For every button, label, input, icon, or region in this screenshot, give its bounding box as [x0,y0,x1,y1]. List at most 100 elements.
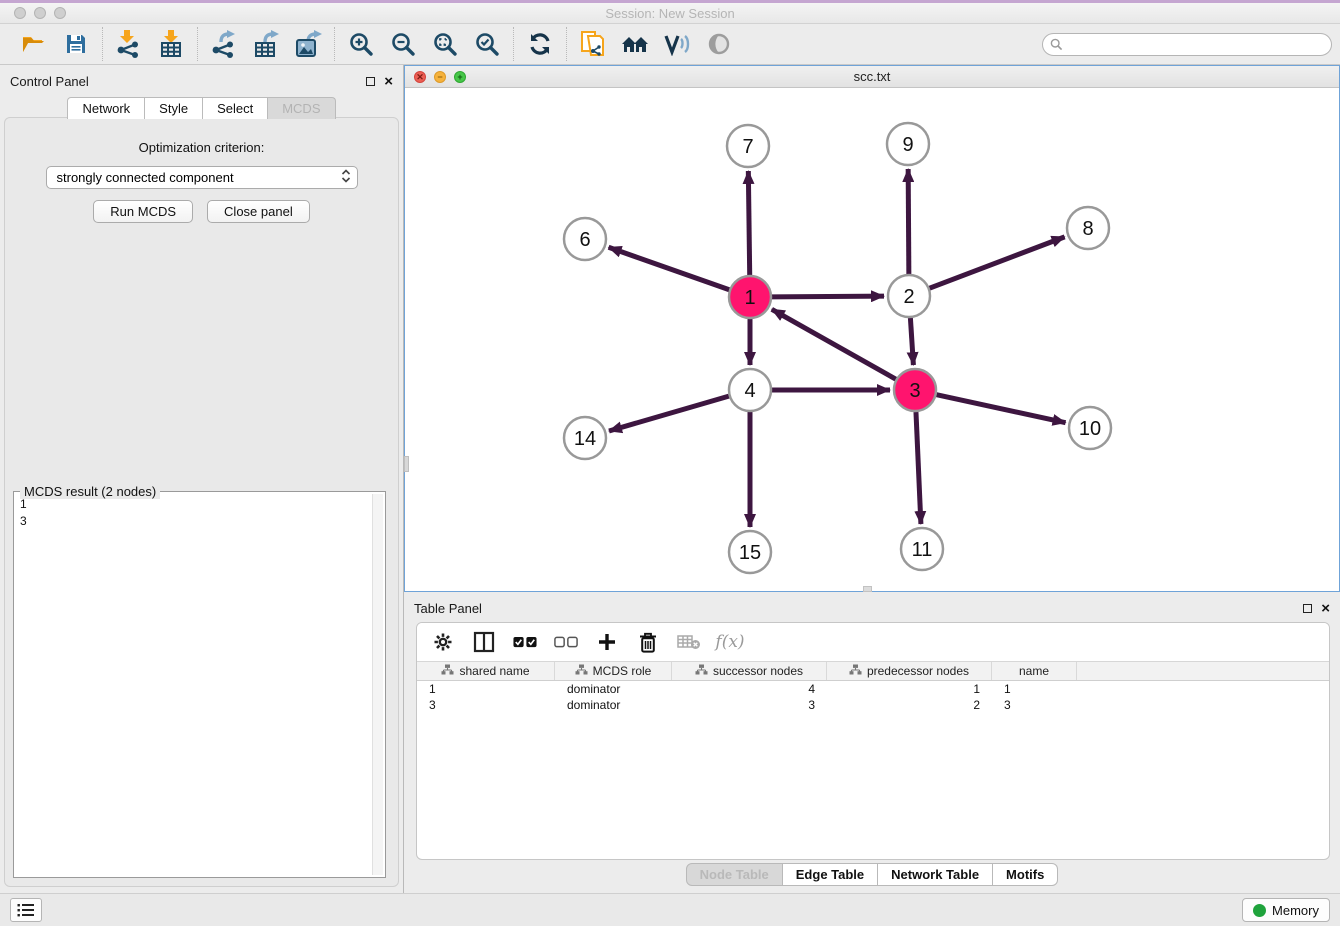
run-mcds-button[interactable]: Run MCDS [93,200,193,223]
import-network-icon[interactable] [113,28,145,60]
result-scrollbar[interactable] [372,494,383,875]
column-header-successor-nodes[interactable]: successor nodes [672,662,827,680]
cell-successor-nodes[interactable]: 4 [672,681,827,697]
open-session-icon[interactable] [18,28,50,60]
tree-icon [441,664,454,678]
node-2[interactable]: 2 [888,275,930,317]
search-input[interactable] [1042,33,1332,56]
edge-4-14[interactable] [609,396,729,431]
edge-2-9[interactable] [908,169,909,274]
cell-shared-name[interactable]: 1 [417,681,555,697]
zoom-in-icon[interactable] [345,28,377,60]
node-4[interactable]: 4 [729,369,771,411]
tab-network[interactable]: Network [67,97,145,119]
edge-1-2[interactable] [772,296,884,297]
node-14[interactable]: 14 [564,417,606,459]
graph-edges[interactable] [609,169,1066,527]
cell-MCDS-role[interactable]: dominator [555,681,672,697]
splitter-handle-left[interactable] [404,456,409,472]
create-column-icon[interactable] [595,630,619,654]
show-column-panel-icon[interactable] [472,630,496,654]
tab-motifs[interactable]: Motifs [993,863,1058,886]
deselect-all-columns-icon[interactable] [554,630,578,654]
edge-3-1[interactable] [772,309,896,379]
delete-columns-icon[interactable] [636,630,660,654]
network-window-titlebar[interactable]: ✕ − + scc.txt [405,66,1339,88]
node-15[interactable]: 15 [729,531,771,573]
node-3[interactable]: 3 [894,369,936,411]
node-7[interactable]: 7 [727,125,769,167]
edge-2-3[interactable] [910,318,913,365]
app-title: Session: New Session [0,6,1340,21]
main-toolbar [0,24,1340,65]
import-table-icon[interactable] [155,28,187,60]
select-all-columns-icon[interactable] [513,630,537,654]
svg-text:15: 15 [739,542,761,564]
delete-table-icon[interactable] [677,630,701,654]
node-10[interactable]: 10 [1069,407,1111,449]
zoom-out-icon[interactable] [387,28,419,60]
close-table-panel-icon[interactable]: × [1321,604,1330,613]
cell-predecessor-nodes[interactable]: 1 [827,681,992,697]
edge-1-7[interactable] [748,171,749,275]
cell-MCDS-role[interactable]: dominator [555,697,672,713]
edge-2-8[interactable] [930,237,1065,288]
close-panel-icon[interactable]: × [384,77,393,86]
function-builder-icon[interactable]: f(x) [718,630,742,654]
node-1[interactable]: 1 [729,276,771,318]
node-11[interactable]: 11 [901,528,943,570]
apply-layout-icon[interactable] [524,28,556,60]
hide-graphics-details-icon[interactable] [661,28,693,60]
edge-1-6[interactable] [609,247,730,289]
criterion-dropdown[interactable]: strongly connected component [46,166,358,189]
table-row[interactable]: 1dominator411 [417,681,1329,697]
svg-text:4: 4 [744,380,755,402]
float-panel-icon[interactable] [366,77,375,86]
zoom-fit-icon[interactable] [429,28,461,60]
tab-mcds[interactable]: MCDS [268,97,335,119]
tab-select[interactable]: Select [203,97,268,119]
cell-predecessor-nodes[interactable]: 2 [827,697,992,713]
export-image-icon[interactable] [292,28,324,60]
edge-3-11[interactable] [916,412,921,524]
network-minimize-button[interactable]: − [434,71,446,83]
column-header-shared-name[interactable]: shared name [417,662,555,680]
new-network-from-selection-icon[interactable] [577,28,609,60]
window-controls [14,7,66,19]
cell-name[interactable]: 1 [992,681,1077,697]
table-options-icon[interactable] [431,630,455,654]
tab-style[interactable]: Style [145,97,203,119]
export-table-icon[interactable] [250,28,282,60]
mcds-result-text[interactable]: 1 3 [16,494,371,875]
first-neighbors-icon[interactable] [619,28,651,60]
show-task-history-button[interactable] [10,898,42,922]
table-row[interactable]: 3dominator323 [417,697,1329,713]
close-panel-button[interactable]: Close panel [207,200,310,223]
edge-3-10[interactable] [936,395,1065,423]
export-network-icon[interactable] [208,28,240,60]
network-maximize-button[interactable]: + [454,71,466,83]
zoom-selected-icon[interactable] [471,28,503,60]
node-6[interactable]: 6 [564,218,606,260]
maximize-window-button[interactable] [54,7,66,19]
tab-edge-table[interactable]: Edge Table [783,863,878,886]
cell-shared-name[interactable]: 3 [417,697,555,713]
column-header-name[interactable]: name [992,662,1077,680]
cell-name[interactable]: 3 [992,697,1077,713]
close-window-button[interactable] [14,7,26,19]
cell-successor-nodes[interactable]: 3 [672,697,827,713]
memory-button[interactable]: Memory [1242,898,1330,922]
table-toolbar: f(x) [417,623,1329,661]
tab-network-table[interactable]: Network Table [878,863,993,886]
column-header-MCDS-role[interactable]: MCDS role [555,662,672,680]
node-9[interactable]: 9 [887,123,929,165]
network-close-button[interactable]: ✕ [414,71,426,83]
network-canvas[interactable]: 7 9 6 8 1 2 4 3 14 10 15 11 [405,88,1339,591]
birdseye-view-icon[interactable] [703,28,735,60]
column-header-predecessor-nodes[interactable]: predecessor nodes [827,662,992,680]
tab-node-table[interactable]: Node Table [686,863,783,886]
node-8[interactable]: 8 [1067,207,1109,249]
minimize-window-button[interactable] [34,7,46,19]
save-session-icon[interactable] [60,28,92,60]
float-table-panel-icon[interactable] [1303,604,1312,613]
